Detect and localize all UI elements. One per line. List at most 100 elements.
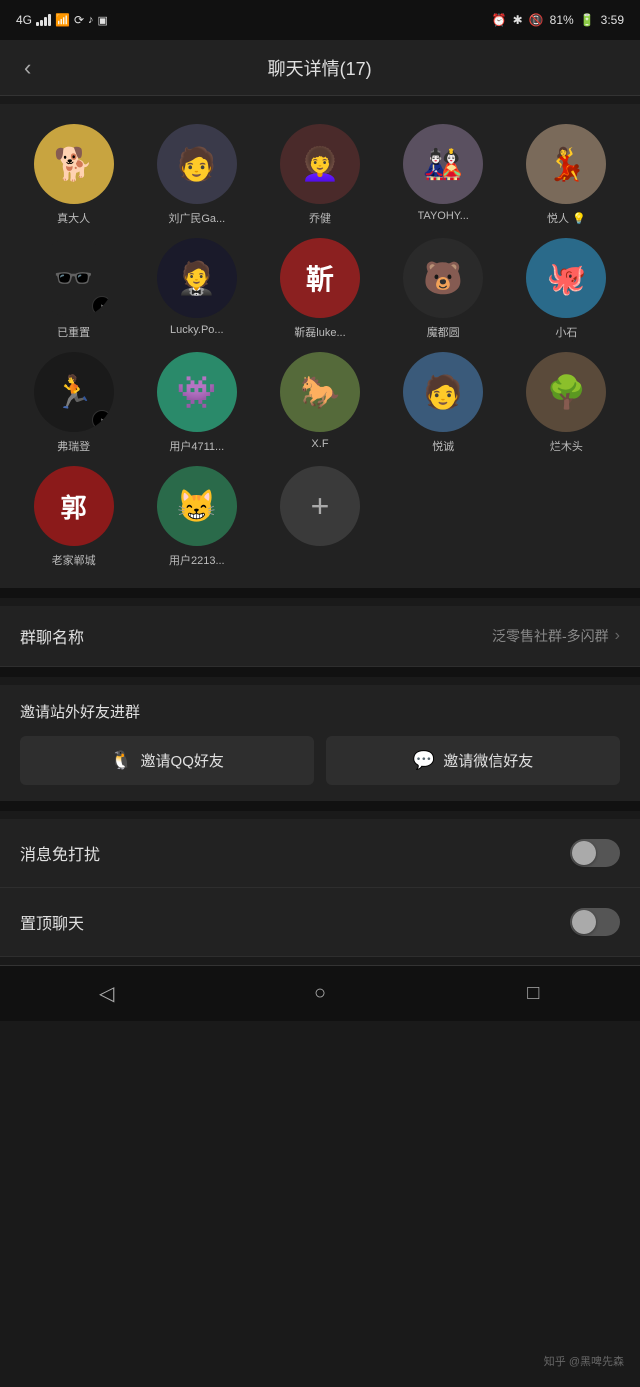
member-name: Lucky.Po... [170, 324, 224, 336]
member-name: 已重置 [57, 324, 90, 340]
group-name-label: 群聊名称 [20, 624, 84, 648]
extra-icon: ▣ [98, 14, 108, 27]
pin-row: 置顶聊天 [0, 888, 640, 957]
member-item[interactable]: 🧑 悦诚 [386, 352, 501, 454]
invite-section: 邀请站外好友进群 🐧 邀请QQ好友 💬 邀请微信好友 [0, 685, 640, 801]
member-avatar: 👾 [157, 352, 237, 432]
member-item[interactable]: 郭 老家郸城 [16, 466, 131, 568]
member-item[interactable]: 🎎 TAYOHY... [386, 124, 501, 226]
member-item[interactable]: 🐻 魔都圆 [386, 238, 501, 340]
member-name: 真大人 [57, 210, 90, 226]
watermark: 知乎 @黑啤先森 [544, 1353, 624, 1369]
status-right: ⏰ ✱ 📵 81% 🔋 3:59 [492, 13, 624, 27]
chevron-right-icon: › [615, 627, 620, 645]
page-title: 聊天详情(17) [55, 55, 584, 81]
member-avatar: 🤵 [157, 238, 237, 318]
nav-back-icon: ◁ [99, 981, 114, 1006]
member-item[interactable]: 👩‍🦱 乔健 [262, 124, 377, 226]
member-item[interactable]: 🌳 烂木头 [509, 352, 624, 454]
sync-icon: ⟳ [74, 13, 84, 27]
nav-recent-button[interactable]: □ [513, 974, 553, 1014]
member-item[interactable]: 🤵 Lucky.Po... [139, 238, 254, 340]
time: 3:59 [601, 13, 624, 27]
qq-icon: 🐧 [110, 750, 132, 771]
wechat-icon: 💬 [413, 750, 435, 771]
member-name: 刘广民Ga... [168, 210, 225, 226]
tiktok-badge-icon: ♪ [92, 296, 112, 316]
member-avatar: 🐎 [280, 352, 360, 432]
mute-row: 消息免打扰 [0, 819, 640, 888]
member-name: 用户2213... [169, 552, 225, 568]
member-avatar: 🐙 [526, 238, 606, 318]
member-name: 靳磊luke... [294, 324, 345, 340]
members-section: 🐕 真大人 🧑 刘广民Ga... 👩‍🦱 乔健 🎎 TAYOHY... [0, 104, 640, 588]
member-avatar: 🎎 [403, 124, 483, 204]
bottom-nav: ◁ ○ □ 知乎 @黑啤先森 [0, 965, 640, 1021]
tiktok-badge-icon: ♪ [92, 410, 112, 430]
member-name: X.F [311, 438, 328, 450]
member-name: 烂木头 [550, 438, 583, 454]
tiktok-icon: ♪ [88, 14, 94, 26]
battery-level: 81% [550, 13, 574, 27]
member-name: 老家郸城 [52, 552, 96, 568]
invite-title: 邀请站外好友进群 [20, 701, 620, 722]
member-item[interactable]: 🧑 刘广民Ga... [139, 124, 254, 226]
alarm-icon: ⏰ [492, 13, 507, 27]
member-avatar: 🕶️ ♪ [34, 238, 114, 318]
add-member-button[interactable]: + [280, 466, 360, 546]
mute-toggle[interactable] [570, 839, 620, 867]
signal-bars [36, 14, 51, 26]
nav-recent-icon: □ [527, 982, 539, 1005]
member-name: 用户4711... [169, 438, 224, 454]
member-name: 魔都圆 [427, 324, 460, 340]
invite-qq-button[interactable]: 🐧 邀请QQ好友 [20, 736, 314, 785]
member-avatar: 🐻 [403, 238, 483, 318]
member-item[interactable]: 👾 用户4711... [139, 352, 254, 454]
mute-label: 消息免打扰 [20, 841, 100, 865]
member-avatar: 🏃 ♪ [34, 352, 114, 432]
invite-wechat-button[interactable]: 💬 邀请微信好友 [326, 736, 620, 785]
member-item[interactable]: 🐕 真大人 [16, 124, 131, 226]
header: ‹ 聊天详情(17) [0, 40, 640, 96]
member-name: 弗瑞登 [57, 438, 90, 454]
pin-toggle[interactable] [570, 908, 620, 936]
nav-back-button[interactable]: ◁ [87, 974, 127, 1014]
bluetooth-icon: ✱ [513, 13, 523, 27]
pin-label: 置顶聊天 [20, 910, 84, 934]
nav-home-icon: ○ [314, 982, 326, 1005]
signal-label: 4G [16, 13, 32, 27]
group-name-row[interactable]: 群聊名称 泛零售社群-多闪群 › [0, 606, 640, 667]
screen-icon: 📵 [529, 13, 544, 27]
member-avatar: 🧑 [157, 124, 237, 204]
status-left: 4G 📶 ⟳ ♪ ▣ [16, 13, 108, 27]
divider-2 [0, 667, 640, 677]
member-avatar: 💃 [526, 124, 606, 204]
pin-toggle-knob [572, 910, 596, 934]
member-item[interactable]: 🐎 X.F [262, 352, 377, 454]
member-item[interactable]: 🐙 小石 [509, 238, 624, 340]
member-name: TAYOHY... [418, 210, 469, 222]
member-item[interactable]: + [262, 466, 377, 568]
member-item[interactable]: 💃 悦人 💡 [509, 124, 624, 226]
toggle-section: 消息免打扰 置顶聊天 [0, 819, 640, 957]
member-item[interactable]: 😸 用户2213... [139, 466, 254, 568]
mute-toggle-knob [572, 841, 596, 865]
battery-icon: 🔋 [580, 13, 595, 27]
member-avatar: 靳 [280, 238, 360, 318]
group-name-value: 泛零售社群-多闪群 › [492, 626, 620, 646]
back-button[interactable]: ‹ [16, 47, 39, 89]
member-item[interactable]: 🕶️ ♪ 已重置 [16, 238, 131, 340]
member-avatar: 😸 [157, 466, 237, 546]
members-grid: 🐕 真大人 🧑 刘广民Ga... 👩‍🦱 乔健 🎎 TAYOHY... [16, 124, 624, 568]
member-avatar: 👩‍🦱 [280, 124, 360, 204]
member-item[interactable]: 靳 靳磊luke... [262, 238, 377, 340]
status-bar: 4G 📶 ⟳ ♪ ▣ ⏰ ✱ 📵 81% 🔋 3:59 [0, 0, 640, 40]
settings-section: 群聊名称 泛零售社群-多闪群 › [0, 606, 640, 667]
member-name: 小石 [555, 324, 577, 340]
member-avatar: 🐕 [34, 124, 114, 204]
divider-3 [0, 801, 640, 811]
member-item[interactable]: 🏃 ♪ 弗瑞登 [16, 352, 131, 454]
wifi-icon: 📶 [55, 13, 70, 27]
nav-home-button[interactable]: ○ [300, 974, 340, 1014]
member-avatar: 郭 [34, 466, 114, 546]
